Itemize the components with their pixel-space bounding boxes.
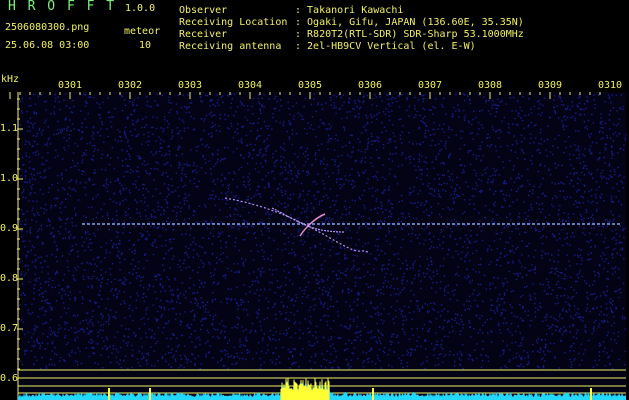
y-tick-label: 0.6	[0, 373, 19, 384]
x-tick-label: 0307	[418, 80, 443, 91]
y-tick-label: 0.8	[0, 273, 19, 284]
x-tick-label: 0309	[538, 80, 563, 91]
x-tick-label: 0301	[58, 80, 83, 91]
y-tick-label: 1.0	[0, 173, 19, 184]
histogram-spike	[372, 388, 374, 400]
histogram-spike	[149, 388, 151, 400]
histogram-spike	[108, 388, 110, 400]
x-tick-label: 0302	[118, 80, 143, 91]
x-tick-label: 0305	[298, 80, 323, 91]
x-tick-label: 0306	[358, 80, 383, 91]
x-tick-label: 0310	[598, 80, 623, 91]
y-axis-unit: kHz	[1, 74, 20, 85]
x-tick-label: 0308	[478, 80, 503, 91]
x-tick-label: 0304	[238, 80, 263, 91]
histogram-spike	[590, 388, 592, 400]
y-tick-label: 1.1	[0, 123, 19, 134]
x-tick-label: 0303	[178, 80, 203, 91]
y-tick-label: 0.9	[0, 223, 19, 234]
spectrogram-canvas	[9, 92, 627, 400]
y-tick-label: 0.7	[0, 323, 19, 334]
